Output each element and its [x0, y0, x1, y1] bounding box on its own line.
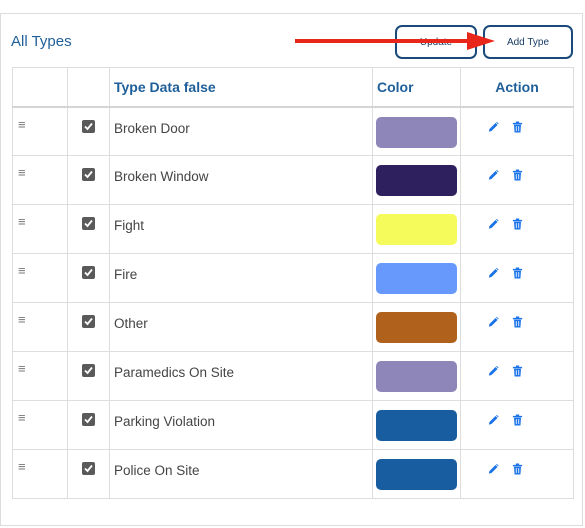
color-swatch[interactable]	[376, 165, 457, 196]
drag-handle-icon[interactable]: ≡	[18, 361, 26, 376]
row-checkbox[interactable]	[82, 217, 95, 230]
row-checkbox[interactable]	[82, 413, 95, 426]
table-row: ≡ Broken Door	[12, 106, 574, 156]
table-row: ≡ Police On Site	[12, 449, 574, 499]
checkmark-icon	[84, 268, 93, 277]
column-header-action: Action	[460, 67, 574, 108]
checkmark-icon	[84, 170, 93, 179]
color-swatch[interactable]	[376, 263, 457, 294]
checkmark-icon	[84, 219, 93, 228]
pencil-icon[interactable]	[488, 169, 499, 181]
table-header-row: Type Data false Color Action	[12, 67, 574, 108]
table-row: ≡ Parking Violation	[12, 400, 574, 450]
row-checkbox[interactable]	[82, 462, 95, 475]
table-row: ≡ Paramedics On Site	[12, 351, 574, 401]
color-swatch[interactable]	[376, 361, 457, 392]
pencil-icon[interactable]	[488, 121, 499, 133]
row-checkbox[interactable]	[82, 119, 95, 133]
pencil-icon[interactable]	[488, 414, 499, 426]
row-checkbox[interactable]	[82, 266, 95, 279]
table-row: ≡ Fire	[12, 253, 574, 303]
drag-handle-icon[interactable]: ≡	[18, 459, 26, 474]
pencil-icon[interactable]	[488, 316, 499, 328]
pencil-icon[interactable]	[488, 267, 499, 279]
type-name-cell: Police On Site	[109, 449, 373, 499]
type-name-cell: Broken Door	[109, 106, 373, 156]
column-header-color: Color	[372, 67, 461, 108]
trash-icon[interactable]	[512, 218, 523, 230]
checkmark-icon	[84, 415, 93, 424]
pencil-icon[interactable]	[488, 463, 499, 475]
trash-icon[interactable]	[512, 316, 523, 328]
checkmark-icon	[84, 464, 93, 473]
type-name-cell: Paramedics On Site	[109, 351, 373, 401]
types-table: Type Data false Color Action ≡ Broken Do…	[12, 67, 574, 499]
type-name-cell: Fight	[109, 204, 373, 254]
pencil-icon[interactable]	[488, 218, 499, 230]
add-type-button[interactable]: Add Type	[483, 25, 573, 59]
trash-icon[interactable]	[512, 121, 523, 133]
update-button[interactable]: Update	[395, 25, 477, 59]
type-name-cell: Fire	[109, 253, 373, 303]
checkmark-icon	[84, 366, 93, 375]
table-row: ≡ Broken Window	[12, 155, 574, 205]
trash-icon[interactable]	[512, 169, 523, 181]
table-row: ≡ Fight	[12, 204, 574, 254]
drag-handle-icon[interactable]: ≡	[18, 214, 26, 229]
type-name-cell: Parking Violation	[109, 400, 373, 450]
drag-handle-icon[interactable]: ≡	[18, 117, 26, 132]
column-header-type: Type Data false	[109, 67, 373, 108]
page-title: All Types	[11, 33, 72, 50]
trash-icon[interactable]	[512, 365, 523, 377]
drag-handle-icon[interactable]: ≡	[18, 410, 26, 425]
drag-handle-icon[interactable]: ≡	[18, 312, 26, 327]
drag-handle-icon[interactable]: ≡	[18, 165, 26, 180]
row-checkbox[interactable]	[82, 168, 95, 181]
color-swatch[interactable]	[376, 410, 457, 441]
trash-icon[interactable]	[512, 463, 523, 475]
color-swatch[interactable]	[376, 312, 457, 343]
row-checkbox[interactable]	[82, 315, 95, 328]
checkmark-icon	[84, 122, 93, 130]
drag-handle-icon[interactable]: ≡	[18, 263, 26, 278]
row-checkbox[interactable]	[82, 364, 95, 377]
color-swatch[interactable]	[376, 459, 457, 490]
trash-icon[interactable]	[512, 414, 523, 426]
table-row: ≡ Other	[12, 302, 574, 352]
color-swatch[interactable]	[376, 214, 457, 245]
type-name-cell: Broken Window	[109, 155, 373, 205]
column-header-handle	[12, 67, 68, 108]
trash-icon[interactable]	[512, 267, 523, 279]
pencil-icon[interactable]	[488, 365, 499, 377]
checkmark-icon	[84, 317, 93, 326]
type-name-cell: Other	[109, 302, 373, 352]
column-header-check	[67, 67, 110, 108]
color-swatch[interactable]	[376, 116, 457, 148]
